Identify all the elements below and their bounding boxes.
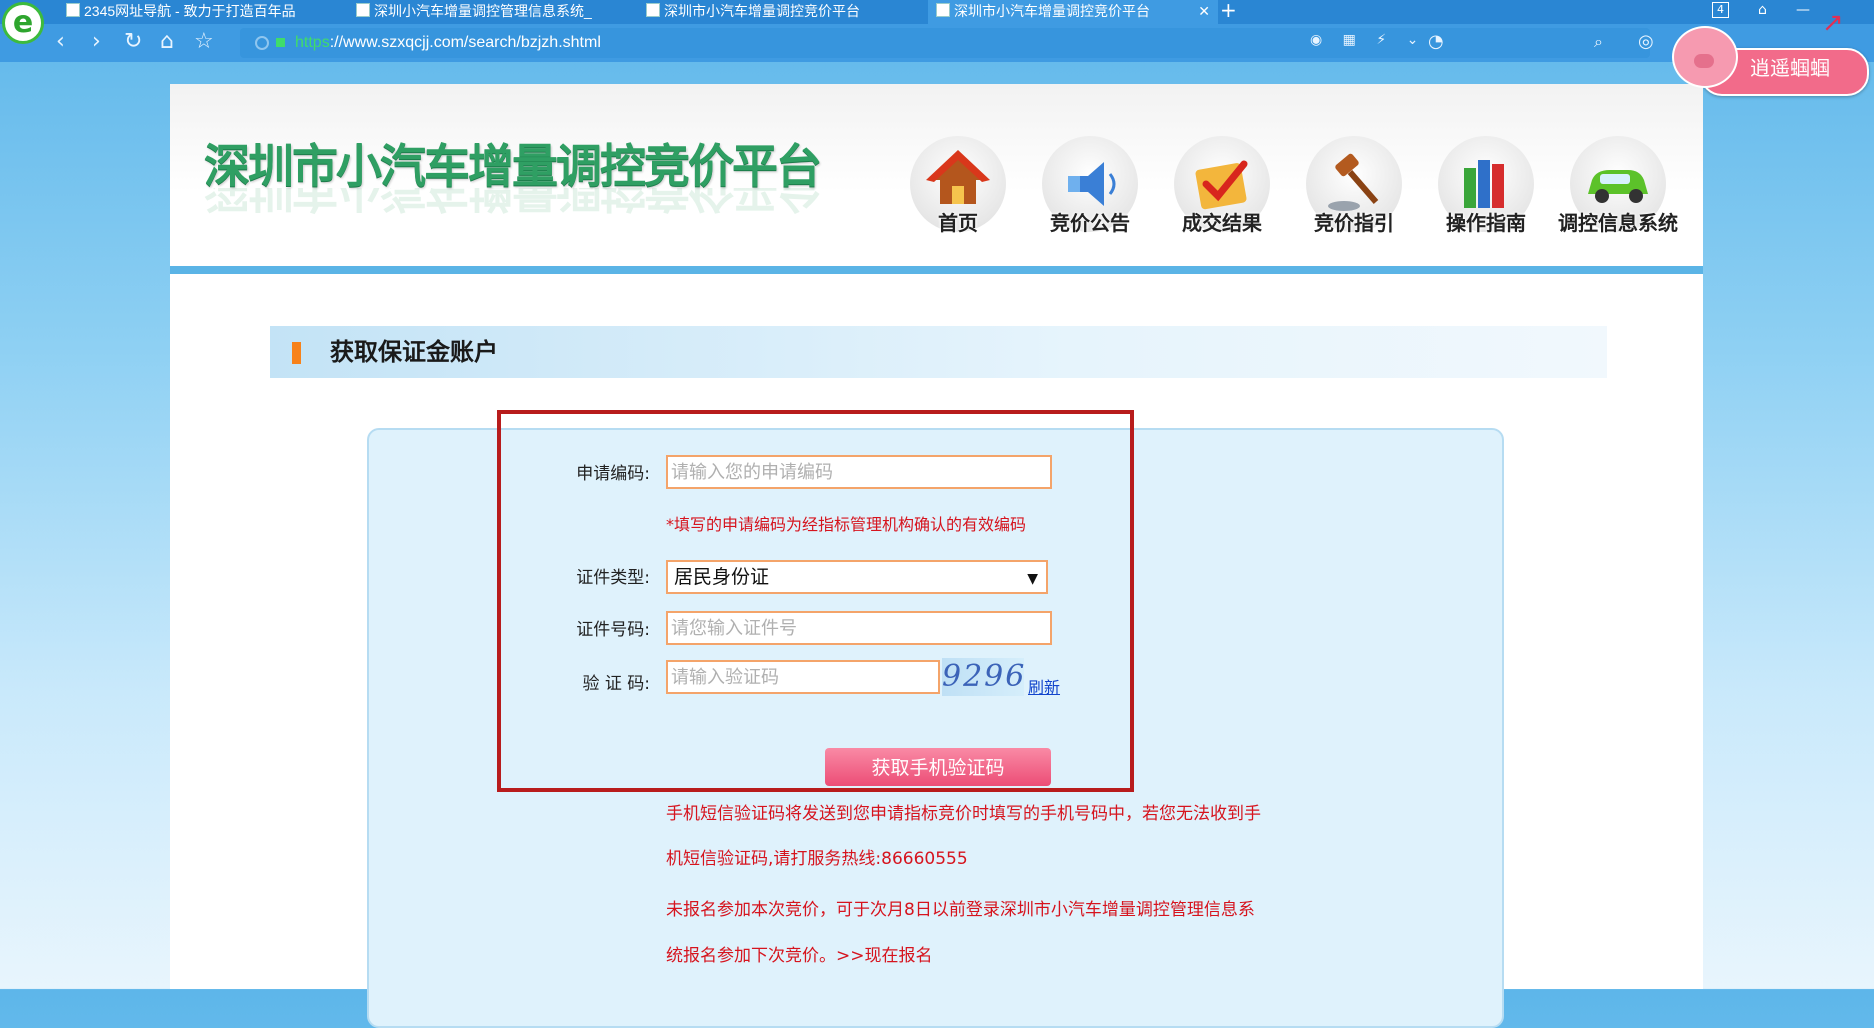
browser-tab-4-active[interactable]: 深圳市小汽车增量调控竞价平台 ✕ <box>928 0 1218 24</box>
favicon-icon <box>66 3 80 17</box>
new-tab-icon[interactable]: + <box>1220 0 1237 22</box>
nav-label: 操作指南 <box>1446 211 1526 235</box>
section-header: 获取保证金账户 <box>270 326 1607 378</box>
tab-label: 深圳市小汽车增量调控竞价平台 <box>954 3 1150 19</box>
url-path: ://www.szxqcjj.com/search/bzjzh.shtml <box>329 34 601 51</box>
nav-results[interactable]: 成交结果 <box>1162 136 1282 235</box>
site-title-reflection: 深圳市小汽车增量调控竞价平台 <box>204 188 820 217</box>
compat-mode-icon[interactable]: ◔ <box>1428 28 1444 56</box>
nav-label: 首页 <box>938 211 978 235</box>
back-icon[interactable]: ‹ <box>56 28 65 56</box>
section-marker <box>292 342 301 364</box>
register-note-line-1: 未报名参加本次竞价，可于次月8日以前登录深圳市小汽车增量调控管理信息系 <box>666 900 1255 920</box>
browser-tab-1[interactable]: 2345网址导航 - 致力于打造百年品 <box>58 0 348 24</box>
sms-note-line-2: 机短信验证码,请打服务热线:86660555 <box>666 849 968 869</box>
favicon-icon <box>646 3 660 17</box>
refresh-icon[interactable]: ↻ <box>124 28 142 56</box>
search-icon[interactable]: ⌕ <box>1594 28 1603 56</box>
highlight-box <box>497 410 1134 792</box>
favicon-icon <box>936 3 950 17</box>
nav-bid-guide[interactable]: 竞价指引 <box>1294 136 1414 235</box>
site-header: 深圳市小汽车增量调控竞价平台 深圳市小汽车增量调控竞价平台 首页 竞价公告 成交… <box>170 84 1703 264</box>
tab-label: 2345网址导航 - 致力于打造百年品 <box>84 3 296 19</box>
register-note-line-2[interactable]: 统报名参加下次竞价。>>现在报名 <box>666 944 1326 968</box>
pig-icon <box>1672 26 1738 88</box>
tab-count-badge[interactable]: 4 <box>1712 2 1729 18</box>
lock-icon <box>276 38 285 47</box>
browser-tab-2[interactable]: 深圳小汽车增量调控管理信息系统_ <box>348 0 638 24</box>
header-divider <box>170 266 1703 274</box>
favicon-icon <box>356 3 370 17</box>
shirt-icon[interactable]: ⌂ <box>1758 0 1767 20</box>
url-scheme: https <box>295 34 330 51</box>
site-title: 深圳市小汽车增量调控竞价平台 <box>204 139 822 193</box>
tab-label: 深圳市小汽车增量调控竞价平台 <box>664 3 860 19</box>
security-icon <box>255 36 269 50</box>
home-icon[interactable]: ⌂ <box>160 28 174 56</box>
nav-home[interactable]: 首页 <box>898 136 1018 235</box>
address-bar: ‹ › ↻ ⌂ ☆ https://www.szxqcjj.com/search… <box>0 24 1874 62</box>
extension-icon[interactable]: ◎ <box>1638 28 1654 56</box>
star-icon[interactable]: ☆ <box>194 28 214 56</box>
nav-label: 竞价指引 <box>1314 211 1394 235</box>
minimize-icon[interactable]: — <box>1796 0 1810 20</box>
nav-operation-guide[interactable]: 操作指南 <box>1426 136 1546 235</box>
browser-tab-3[interactable]: 深圳市小汽车增量调控竞价平台 <box>638 0 928 24</box>
address-tools[interactable]: ◉ ▦ ⚡ ⌄ <box>1310 32 1426 48</box>
nav-label: 调控信息系统 <box>1558 211 1678 235</box>
nav-control-system[interactable]: 调控信息系统 <box>1558 136 1678 235</box>
browser-tab-bar: 2345网址导航 - 致力于打造百年品 深圳小汽车增量调控管理信息系统_ 深圳市… <box>0 0 1874 24</box>
arrow-icon: ↗ <box>1822 8 1844 38</box>
browser-logo-icon[interactable]: e <box>2 2 44 44</box>
tab-label: 深圳小汽车增量调控管理信息系统_ <box>374 3 592 19</box>
sms-note-line-1: 手机短信验证码将发送到您申请指标竞价时填写的手机号码中，若您无法收到手 <box>666 804 1261 824</box>
mascot-text: 逍遥蝈蝈 <box>1750 56 1830 80</box>
section-title: 获取保证金账户 <box>330 338 498 366</box>
forward-icon[interactable]: › <box>92 28 101 56</box>
nav-bid-notice[interactable]: 竞价公告 <box>1030 136 1150 235</box>
nav-label: 成交结果 <box>1182 211 1262 235</box>
nav-label: 竞价公告 <box>1050 211 1130 235</box>
close-tab-icon[interactable]: ✕ <box>1198 0 1210 22</box>
url-text[interactable]: https://www.szxqcjj.com/search/bzjzh.sht… <box>295 34 601 52</box>
